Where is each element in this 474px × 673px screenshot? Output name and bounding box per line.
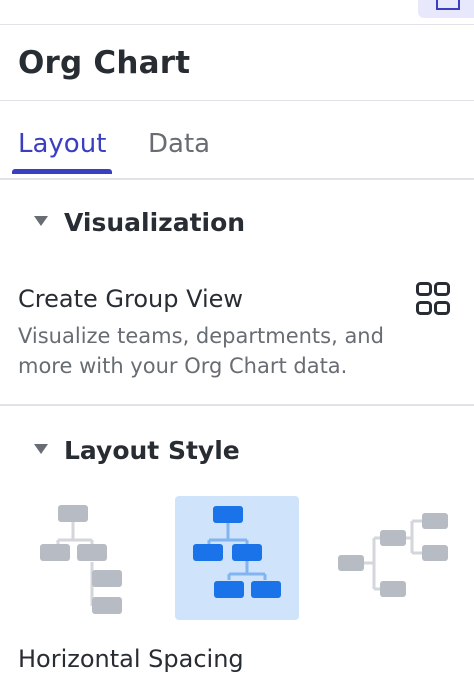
grid-icon[interactable]: [416, 282, 450, 316]
panel-toggle-button[interactable]: [418, 0, 474, 18]
horizontal-tree-layout-option[interactable]: [336, 496, 460, 620]
top-strip: [0, 0, 474, 25]
active-tab-indicator: [12, 169, 112, 174]
layout-style-header: Layout Style: [64, 436, 240, 465]
visualization-section-toggle[interactable]: Visualization: [34, 208, 245, 237]
caret-down-icon: [34, 216, 48, 226]
create-group-view-description: Visualize teams, departments, and more w…: [18, 324, 384, 378]
caret-down-icon: [34, 444, 48, 454]
horizontal-spacing-label: Horizontal Spacing: [18, 645, 244, 673]
tab-layout[interactable]: Layout: [18, 129, 106, 159]
tab-bar: Layout Data: [0, 101, 474, 180]
vertical-tree-icon: [40, 505, 122, 614]
panel-header: Org Chart: [0, 25, 474, 101]
panel-toggle-icon: [436, 0, 460, 10]
visualization-header: Visualization: [64, 208, 246, 237]
layout-style-section-toggle[interactable]: Layout Style: [34, 436, 240, 465]
section-divider: [0, 404, 474, 406]
top-down-tree-icon: [193, 506, 281, 598]
panel-title: Org Chart: [18, 45, 191, 81]
top-down-tree-layout-option[interactable]: [175, 496, 299, 620]
vertical-tree-layout-option[interactable]: [26, 496, 150, 620]
horizontal-tree-icon: [338, 513, 448, 597]
create-group-view-title[interactable]: Create Group View: [18, 285, 243, 313]
tab-data[interactable]: Data: [148, 129, 210, 159]
